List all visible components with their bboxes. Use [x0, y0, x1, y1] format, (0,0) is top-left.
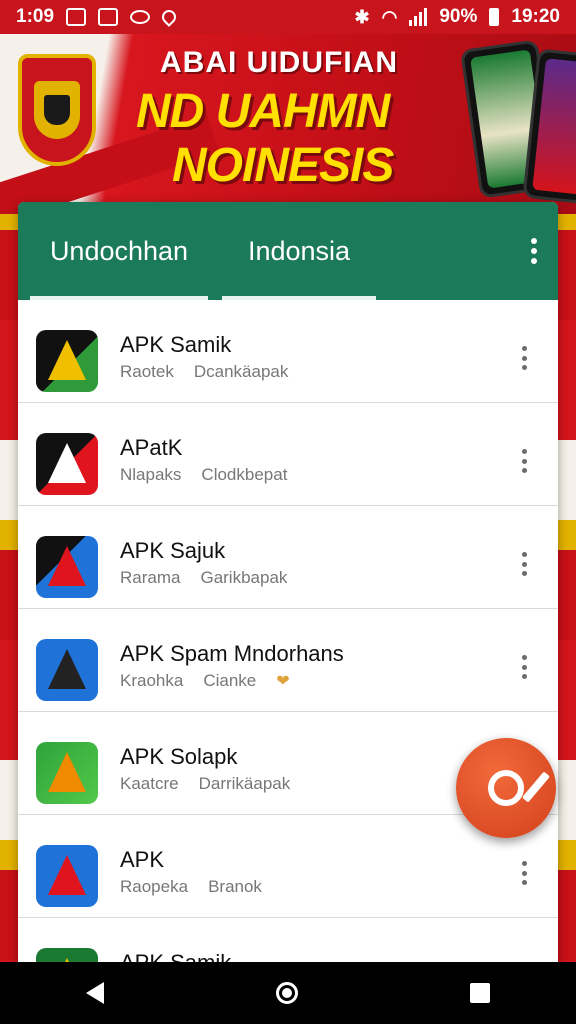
app-title: APK — [120, 847, 165, 872]
bluetooth-icon: ✱ — [354, 6, 370, 27]
app-title: APK Solapk — [120, 744, 238, 769]
navigation-bar — [0, 962, 576, 1024]
signal-icon — [409, 8, 428, 26]
status-left: 1:09 — [16, 6, 179, 28]
app-icon — [36, 536, 98, 598]
app-icon — [36, 433, 98, 495]
app-icon — [36, 639, 98, 701]
location-icon — [159, 7, 179, 27]
battery-percent: 90% — [439, 6, 478, 27]
overflow-menu-icon[interactable] — [528, 238, 540, 264]
app-title: APK Spam Mndorhans — [120, 641, 344, 666]
banner-heading: ABAI UIDUFIAN — [160, 46, 398, 79]
cast-icon — [130, 10, 151, 24]
more-options-icon[interactable] — [520, 449, 528, 473]
status-time-left: 1:09 — [16, 6, 55, 27]
status-bar: 1:09 ✱ ◠ 90% 19:20 — [0, 0, 576, 34]
notification-icon — [66, 8, 87, 26]
edit-icon — [488, 770, 524, 806]
app-subtitle: Kaatcre Darrikäapak — [120, 774, 291, 793]
app-subtitle: Raotek Dcankäapak — [120, 362, 289, 381]
app-icon — [36, 330, 98, 392]
app-title: APatK — [120, 435, 183, 460]
more-options-icon[interactable] — [520, 346, 528, 370]
garuda-emblem-icon — [18, 54, 96, 166]
tab-bar: Undochhan Indonsia — [18, 202, 558, 300]
app-subtitle: Kraohka Cianke ❤ — [120, 671, 292, 691]
more-options-icon[interactable] — [520, 552, 528, 576]
tab-indonsia[interactable]: Indonsia — [222, 202, 376, 300]
list-item[interactable]: APK Spam Mndorhans Kraohka Cianke ❤ — [18, 609, 558, 712]
heart-icon: ❤ — [276, 673, 290, 690]
app-icon — [36, 845, 98, 907]
tab-label: Indonsia — [247, 235, 351, 266]
app-title: APK Sajuk — [120, 538, 226, 563]
list-item[interactable]: APatK Nlapaks Clodkbepat — [18, 403, 558, 506]
status-right: ✱ ◠ 90% 19:20 — [355, 6, 560, 28]
recent-apps-icon[interactable] — [470, 983, 490, 1003]
app-icon — [36, 742, 98, 804]
promo-banner[interactable]: ABAI UIDUFIAN ND UAHMN NOINESIS — [0, 34, 576, 214]
tab-undochhan[interactable]: Undochhan — [30, 202, 208, 300]
more-options-icon[interactable] — [520, 861, 528, 885]
edit-fab-button[interactable] — [456, 738, 556, 838]
status-time-right: 19:20 — [511, 6, 560, 27]
tab-label: Undochhan — [49, 235, 189, 266]
app-subtitle: Nlapaks Clodkbepat — [120, 465, 288, 484]
app-list-card: Undochhan Indonsia APK Samik Raotek Dcank… — [18, 202, 558, 982]
more-options-icon[interactable] — [520, 655, 528, 679]
back-icon[interactable] — [86, 982, 104, 1004]
gallery-icon — [98, 8, 119, 26]
banner-title-line1: ND UAHMN — [136, 85, 390, 138]
app-list: APK Samik Raotek Dcankäapak APatK Nlapaks… — [18, 300, 558, 982]
home-icon[interactable] — [276, 982, 298, 1004]
list-item[interactable]: APK Raopeka Branok — [18, 815, 558, 918]
app-subtitle: Raopeka Branok — [120, 877, 262, 896]
battery-icon — [489, 8, 500, 26]
app-subtitle: Rarama Garikbapak — [120, 568, 288, 587]
list-item[interactable]: APK Sajuk Rarama Garikbapak — [18, 506, 558, 609]
wifi-icon: ◠ — [381, 6, 398, 27]
list-item[interactable]: APK Samik Raotek Dcankäapak — [18, 300, 558, 403]
banner-title-line2: NOINESIS — [172, 139, 394, 192]
app-title: APK Samik — [120, 332, 232, 357]
